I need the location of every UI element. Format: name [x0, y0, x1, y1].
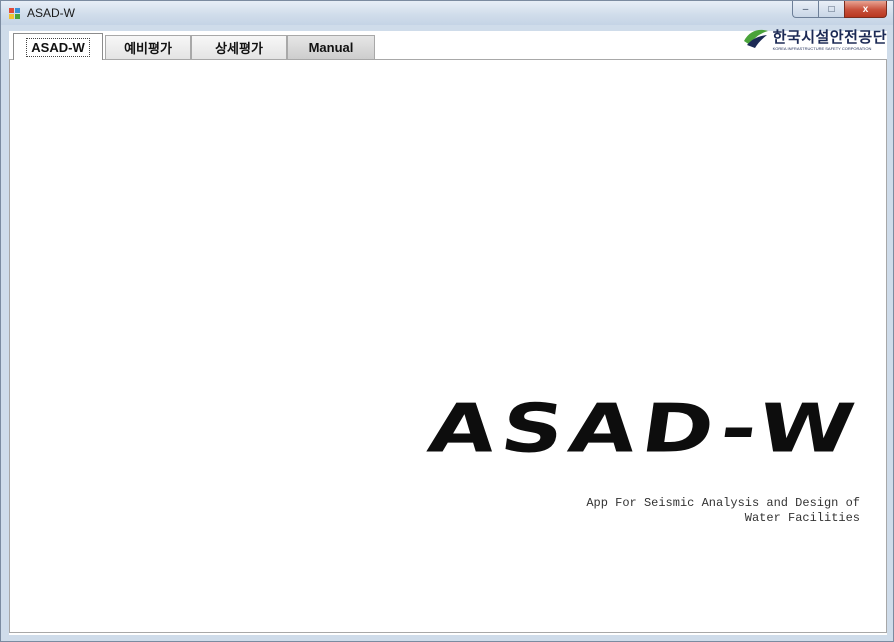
subtitle-line-1: App For Seismic Analysis and Design of: [586, 496, 860, 510]
tab-asad-w[interactable]: ASAD-W: [13, 33, 103, 60]
window-title: ASAD-W: [27, 6, 75, 20]
window-controls: ‒ □ x: [792, 1, 887, 19]
app-window: ASAD-W ‒ □ x ASAD-W 예비평가 상세평가 Manual 한국시…: [0, 0, 894, 642]
title-bar[interactable]: ASAD-W ‒ □ x: [1, 1, 893, 25]
minimize-icon: ‒: [802, 3, 809, 15]
tab-preliminary-evaluation[interactable]: 예비평가: [105, 35, 191, 59]
tab-detailed-evaluation[interactable]: 상세평가: [191, 35, 287, 59]
logo-korean-name: 한국시설안전공단: [772, 28, 887, 46]
logo-english-name: KOREA INFRASTRUCTURE SAFETY CORPORATION: [772, 45, 872, 51]
maximize-button[interactable]: □: [818, 1, 844, 18]
app-subtitle: App For Seismic Analysis and Design of W…: [540, 496, 860, 526]
kistec-logo-icon: [743, 27, 769, 54]
tab-manual[interactable]: Manual: [287, 35, 375, 59]
subtitle-line-2: Water Facilities: [744, 511, 860, 525]
tab-label: 상세평가: [215, 41, 263, 56]
tab-label: Manual: [308, 40, 354, 55]
maximize-icon: □: [828, 3, 835, 15]
tab-page-asad-w: ASAD-W App For Seismic Analysis and Desi…: [9, 60, 887, 633]
app-icon: [9, 7, 21, 19]
tab-label: ASAD-W: [26, 37, 90, 57]
tab-label: 예비평가: [124, 41, 172, 56]
tab-strip: ASAD-W 예비평가 상세평가 Manual 한국시설안전공단 KOREA I…: [9, 29, 887, 60]
app-title-banner: ASAD-W: [423, 390, 866, 468]
client-area: ASAD-W 예비평가 상세평가 Manual 한국시설안전공단 KOREA I…: [9, 29, 887, 635]
close-icon: x: [862, 3, 869, 15]
company-logo: 한국시설안전공단 KOREA INFRASTRUCTURE SAFETY COR…: [743, 25, 887, 55]
minimize-button[interactable]: ‒: [792, 1, 818, 18]
close-button[interactable]: x: [844, 1, 887, 18]
